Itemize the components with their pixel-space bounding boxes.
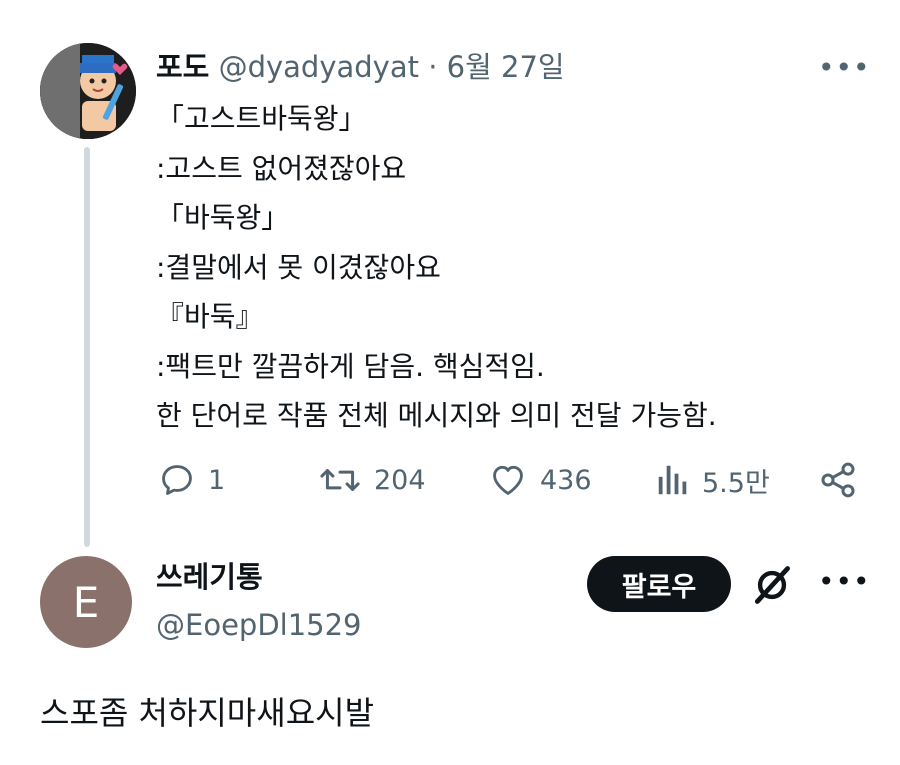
share-button[interactable]	[818, 458, 858, 502]
tweet-line: 한 단어로 작품 전체 메시지와 의미 전달 가능함.	[156, 399, 717, 432]
views-button[interactable]: 5.5만	[656, 458, 770, 502]
reply-icon	[162, 465, 192, 495]
views-bar-chart-icon	[658, 465, 687, 495]
reply-count: 1	[208, 464, 226, 496]
retweet-button[interactable]: 204	[318, 458, 426, 502]
tweet-line: 「바둑왕」	[156, 201, 290, 234]
heart-icon	[493, 465, 523, 495]
meta-separator: ·	[428, 50, 438, 84]
tweet-line: :결말에서 못 이겼잖아요	[156, 250, 441, 284]
author-handle[interactable]: @dyadyadyat	[219, 50, 419, 84]
more-options-icon[interactable]: •••	[818, 54, 871, 82]
grok-icon[interactable]	[750, 563, 794, 611]
retweet-count: 204	[374, 464, 426, 496]
like-count: 436	[540, 464, 592, 496]
avatar[interactable]: E	[40, 556, 132, 648]
tweet-line: 「고스트바둑왕」	[156, 102, 367, 135]
tweet-body: 「고스트바둑왕」 :고스트 없어졌잖아요 「바둑왕」 :결말에서 못 이겼잖아요…	[156, 94, 717, 441]
post-text: 스포좀 처하지마새요시발	[40, 694, 375, 732]
views-count: 5.5만	[702, 467, 770, 499]
avatar[interactable]	[40, 43, 136, 139]
retweet-icon	[320, 469, 360, 491]
follow-button[interactable]: 팔로우	[587, 556, 731, 612]
share-icon	[821, 462, 855, 498]
tweet-line: :팩트만 깔끔하게 담음. 핵심적임.	[156, 349, 545, 383]
tweet-line: 『바둑』	[156, 300, 264, 333]
like-button[interactable]: 436	[488, 458, 592, 502]
author-name[interactable]: 포도	[156, 50, 209, 84]
more-options-icon[interactable]: •••	[818, 568, 871, 596]
user-name[interactable]: 쓰레기통	[156, 556, 263, 598]
user-handle[interactable]: @EoepDl1529	[156, 604, 362, 646]
tweet-line: :고스트 없어졌잖아요	[156, 151, 407, 185]
avatar-illustration	[40, 43, 136, 139]
tweet-date[interactable]: 6월 27일	[447, 50, 565, 84]
tweet-header: 포도 @dyadyadyat · 6월 27일	[156, 46, 565, 88]
thread-line	[84, 147, 90, 547]
reply-button[interactable]: 1	[158, 458, 225, 502]
